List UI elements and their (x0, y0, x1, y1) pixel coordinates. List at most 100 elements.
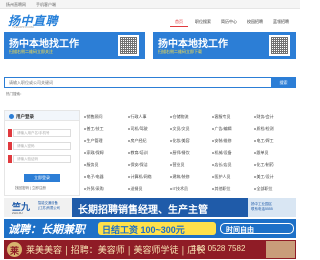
category-link[interactable]: 化妆/美容 (170, 138, 190, 144)
password-field[interactable]: 请输入密码 (13, 142, 71, 150)
site-name-link[interactable]: 扬州直聘网 (6, 2, 26, 8)
category-link[interactable]: 厨师/餐饮 (170, 150, 190, 156)
hot-search-label: 热门搜索： (6, 92, 24, 96)
bullet-icon (170, 164, 172, 166)
category-label: 安装/维修 (214, 138, 232, 143)
mobile-app-link[interactable]: 手机客户端 (36, 2, 56, 8)
login-button[interactable]: 立即登录 (24, 174, 60, 182)
ad-zhujiu[interactable]: 竺九 ZHUJIU 智能交通设备 (江苏)有限公司 长期招聘销售经理、生产主管 … (4, 198, 296, 217)
category-link[interactable]: 送餐员 (128, 186, 143, 192)
category-link[interactable]: 家政/保姆 (84, 150, 104, 156)
search-bar: 搜索 (4, 77, 296, 89)
category-link[interactable]: 化工/制药 (254, 162, 274, 168)
category-link[interactable]: 外贸/采购 (84, 186, 104, 192)
category-label: 司机/驾驶 (130, 126, 148, 131)
category-link[interactable]: 美工/设计 (254, 174, 274, 180)
category-link[interactable]: 跟单员 (254, 150, 269, 156)
category-label: 机械/设备 (214, 150, 232, 155)
category-link[interactable]: 财务/会计 (254, 114, 274, 120)
category-link[interactable]: 建筑/装修 (170, 174, 190, 180)
banner-title: 扬中本地找工作 (158, 39, 228, 50)
nav-blue-collar[interactable]: 蓝领招聘 (270, 17, 292, 27)
category-link[interactable]: 生产管理 (84, 138, 103, 144)
category-link[interactable]: 房产经纪 (128, 138, 147, 144)
category-link[interactable]: 全部职位 (254, 186, 273, 192)
main-nav: 首页 职位搜索 简历中心 校园招聘 蓝领招聘 (170, 17, 292, 27)
category-link[interactable]: 机械/设备 (212, 150, 232, 156)
category-link[interactable]: 保安/保洁 (128, 162, 148, 168)
category-link[interactable]: 营业员 (170, 162, 185, 168)
bullet-icon (128, 140, 130, 142)
category-link[interactable]: 质检/检测 (254, 126, 274, 132)
category-link[interactable]: 司机/驾驶 (128, 126, 148, 132)
top-bar: 扬州直聘网 手机客户端 (0, 0, 300, 9)
nav-home[interactable]: 首页 (170, 17, 188, 27)
category-link[interactable]: 行政人事 (128, 114, 147, 120)
banner-wechat[interactable]: 扬中本地找工作 扫描右侧二维码立即关注 (4, 32, 145, 59)
category-label: 外贸/采购 (86, 186, 104, 191)
category-link[interactable]: 电工/焊工 (254, 138, 274, 144)
category-label: 教育/培训 (130, 150, 148, 155)
bullet-icon (128, 176, 130, 178)
category-link[interactable]: 销售顾问 (84, 114, 103, 120)
ad-laimei[interactable]: 莱 莱美美容 | 招聘：美容师 | 美容师学徒 | 店长 183 0528 75… (4, 240, 296, 259)
category-link[interactable]: 安装/维修 (212, 138, 232, 144)
ad-laimei-text: 莱美美容 | 招聘：美容师 | 美容师学徒 | 店长 (26, 246, 206, 256)
category-label: 财务/会计 (256, 114, 274, 119)
bullet-icon (254, 176, 256, 178)
category-label: 保安/保洁 (130, 162, 148, 167)
qr-code-icon (118, 35, 139, 56)
bullet-icon (128, 164, 130, 166)
category-link[interactable]: 电子/电器 (84, 174, 104, 180)
search-button[interactable]: 搜索 (271, 77, 296, 88)
category-label: 营业员 (172, 162, 185, 167)
search-input[interactable] (4, 77, 272, 88)
bullet-icon (254, 152, 256, 154)
banner-subtitle: 扫描右侧二维码立即关注 (9, 49, 53, 54)
ad-parttime[interactable]: 诚聘：长期兼职 日结工资 100~300元 时间自由 (4, 219, 296, 238)
captcha-field[interactable]: 请输入验证码 (13, 155, 71, 163)
login-links[interactable]: 找回密码 | 立即注册 (15, 186, 46, 191)
category-link[interactable]: 客服专员 (212, 114, 231, 120)
username-field[interactable]: 请输入用户名/手机号 (13, 129, 71, 137)
category-label: 销售顾问 (86, 114, 103, 119)
bullet-icon (212, 152, 214, 154)
category-label: 其他职位 (214, 186, 231, 191)
category-link[interactable]: IT技术员 (170, 186, 188, 192)
bullet-icon (254, 140, 256, 142)
category-label: 普工/技工 (86, 126, 104, 131)
category-link[interactable]: 仓储物流 (170, 114, 189, 120)
category-label: IT技术员 (172, 186, 189, 191)
ad-brand-sub: ZHUJIU (12, 211, 23, 215)
category-link[interactable]: 其他职位 (212, 186, 231, 192)
password-icon (8, 142, 12, 150)
bullet-icon (170, 128, 172, 130)
category-label: 跟单员 (256, 150, 269, 155)
category-link[interactable]: 医护人员 (212, 174, 231, 180)
category-link[interactable]: 广告/编辑 (212, 126, 232, 132)
category-link[interactable]: 教育/培训 (128, 150, 148, 156)
nav-resume-center[interactable]: 简历中心 (218, 17, 240, 27)
ad-brand-block: 竺九 ZHUJIU 智能交通设备 (江苏)有限公司 (4, 198, 72, 217)
ad-parttime-tag: 时间自由 (220, 223, 294, 234)
username-icon (8, 129, 12, 137)
category-link[interactable]: 店长/店员 (212, 162, 232, 168)
bullet-icon (84, 128, 86, 130)
category-label: 仓储物流 (172, 114, 189, 119)
bullet-icon (254, 128, 256, 130)
category-label: 客服专员 (214, 114, 231, 119)
category-label: 电子/电器 (86, 174, 104, 179)
bullet-icon (212, 164, 214, 166)
category-link[interactable]: 普工/技工 (84, 126, 104, 132)
nav-job-search[interactable]: 职位搜索 (192, 17, 214, 27)
bullet-icon (84, 176, 86, 178)
ad-contact: 扬中工业园区 联系电话5555 (248, 198, 296, 217)
category-link[interactable]: 服务员 (84, 162, 99, 168)
nav-campus[interactable]: 校园招聘 (244, 17, 266, 27)
category-link[interactable]: 文员/文员 (170, 126, 190, 132)
category-link[interactable]: 计算机/网络 (128, 174, 152, 180)
site-logo-sub: YZZHIPIN.COM (12, 25, 34, 29)
bullet-icon (84, 116, 86, 118)
banner-app[interactable]: 扬中本地找工作 扫描右侧二维码立即下载 (153, 32, 296, 59)
category-label: 店长/店员 (214, 162, 232, 167)
